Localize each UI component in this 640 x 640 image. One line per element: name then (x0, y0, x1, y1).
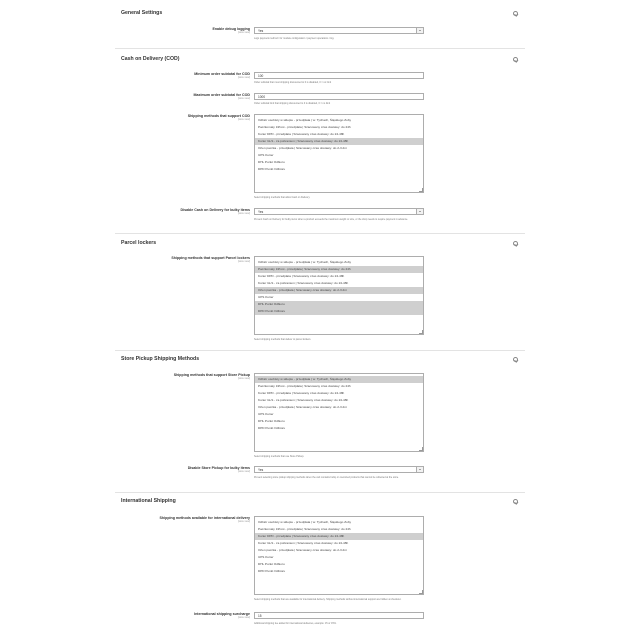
cod-min-subtotal-note: Order subtotal that must shipping discou… (254, 81, 332, 84)
pickup-bulky-label: Disable Store Pickup for bulky items [st… (187, 466, 250, 473)
section-divider (115, 48, 525, 49)
intl-surcharge-label: International shipping surcharge [store … (194, 612, 250, 619)
shipping-method-option[interactable]: UPS Kurier (255, 294, 423, 301)
pickup-methods-multiselect[interactable]: Odbiór osobisty w sklepie - przedpłata |… (254, 373, 424, 452)
shipping-method-option[interactable]: Kurier DPD - przedpłata | Szacowany czas… (255, 273, 423, 280)
cod-bulky-note: Prevent Cash on Delivery for bulky items… (254, 218, 409, 221)
shipping-method-option[interactable]: Orlen paczka - przedpłata | Szacowany cz… (255, 287, 423, 294)
collapse-chevron-icon[interactable] (513, 57, 518, 62)
cod-min-subtotal-input[interactable]: 100 (254, 72, 424, 79)
shipping-method-option[interactable]: Kurier GLS - za pobraniem | Szacowany cz… (255, 540, 423, 547)
section-title-general[interactable]: General Settings (121, 10, 162, 16)
shipping-method-option[interactable]: Paczkomaty InPost - przedpłata | Szacowa… (255, 266, 423, 273)
collapse-chevron-icon[interactable] (513, 11, 518, 16)
shipping-method-option[interactable]: Kurier GLS - za pobraniem | Szacowany cz… (255, 280, 423, 287)
shipping-method-option[interactable]: Odbiór osobisty w sklepie - przedpłata |… (255, 376, 423, 383)
cod-methods-label: Shipping methods that support COD [store… (187, 114, 250, 121)
shipping-method-option[interactable]: Kurier DPD - przedpłata | Szacowany czas… (255, 390, 423, 397)
intl-methods-label: Shipping methods available for internati… (159, 516, 250, 523)
shipping-method-option[interactable]: DHL Punkt Odbioru (255, 301, 423, 308)
shipping-method-option[interactable]: UPS Kurier (255, 152, 423, 159)
pickup-methods-note: Select shipping methods that use Store P… (254, 455, 305, 458)
dropdown-arrow-icon (416, 467, 423, 472)
dropdown-arrow-icon (416, 209, 423, 214)
debug-logging-note: Logs payment method / for module configu… (254, 37, 335, 40)
dropdown-arrow-icon (416, 28, 423, 33)
intl-methods-multiselect[interactable]: Odbiór osobisty w sklepie - przedpłata |… (254, 516, 424, 595)
shipping-method-option[interactable]: Paczkomaty InPost - przedpłata | Szacowa… (255, 383, 423, 390)
parcel-methods-multiselect[interactable]: Odbiór osobisty w sklepie - przedpłata |… (254, 256, 424, 335)
intl-surcharge-note: Additional shipping fee added for intern… (254, 622, 337, 625)
shipping-method-option[interactable]: DPD Punkt Odbioru (255, 166, 423, 173)
resize-handle-icon[interactable] (419, 188, 423, 192)
cod-max-subtotal-label: Maximum order subtotal for COD [store vi… (193, 93, 250, 100)
pickup-bulky-select[interactable]: Yes (254, 466, 424, 473)
shipping-method-option[interactable]: DPD Punkt Odbioru (255, 308, 423, 315)
resize-handle-icon[interactable] (419, 447, 423, 451)
debug-logging-label: Enable debug logging [store view] (212, 27, 250, 34)
section-title-pickup[interactable]: Store Pickup Shipping Methods (121, 356, 199, 362)
shipping-method-option[interactable]: Orlen paczka - przedpłata | Szacowany cz… (255, 547, 423, 554)
cod-bulky-select[interactable]: Yes (254, 208, 424, 215)
collapse-chevron-icon[interactable] (513, 499, 518, 504)
parcel-methods-label: Shipping methods that support Parcel loc… (171, 256, 250, 263)
shipping-method-option[interactable]: UPS Kurier (255, 411, 423, 418)
resize-handle-icon[interactable] (419, 330, 423, 334)
shipping-method-option[interactable]: Orlen paczka - przedpłata | Szacowany cz… (255, 404, 423, 411)
shipping-method-option[interactable]: DHL Punkt Odbioru (255, 159, 423, 166)
shipping-method-option[interactable]: Odbiór osobisty w sklepie - przedpłata |… (255, 259, 423, 266)
shipping-method-option[interactable]: Kurier DPD - przedpłata | Szacowany czas… (255, 131, 423, 138)
section-title-parcel[interactable]: Parcel lockers (121, 240, 156, 246)
collapse-chevron-icon[interactable] (513, 241, 518, 246)
intl-methods-note: Select shipping methods that are availab… (254, 598, 402, 601)
debug-logging-select[interactable]: Yes (254, 27, 424, 34)
admin-config-page: General Settings Enable debug logging [s… (0, 0, 640, 640)
section-divider (115, 233, 525, 234)
shipping-method-option[interactable]: Paczkomaty InPost - przedpłata | Szacowa… (255, 526, 423, 533)
shipping-method-option[interactable]: Odbiór osobisty w sklepie - przedpłata |… (255, 519, 423, 526)
shipping-method-option[interactable]: Orlen paczka - przedpłata | Szacowany cz… (255, 145, 423, 152)
pickup-bulky-note: Prevent selecting store pickup shipping … (254, 476, 399, 479)
cod-methods-note: Select shipping methods that allow Cash … (254, 196, 311, 199)
collapse-chevron-icon[interactable] (513, 357, 518, 362)
section-divider (115, 350, 525, 351)
section-divider (115, 492, 525, 493)
parcel-methods-note: Select shipping methods that deliver to … (254, 338, 312, 341)
cod-methods-multiselect[interactable]: Odbiór osobisty w sklepie - przedpłata |… (254, 114, 424, 193)
cod-bulky-label: Disable Cash on Delivery for bulky items… (180, 208, 250, 215)
shipping-method-option[interactable]: DHL Punkt Odbioru (255, 418, 423, 425)
shipping-method-option[interactable]: Odbiór osobisty w sklepie - przedpłata |… (255, 117, 423, 124)
cod-min-subtotal-label: Minimum order subtotal for COD [store vi… (194, 72, 250, 79)
pickup-methods-label: Shipping methods that support Store Pick… (173, 373, 250, 380)
resize-handle-icon[interactable] (419, 590, 423, 594)
shipping-method-option[interactable]: DPD Punkt Odbioru (255, 568, 423, 575)
shipping-method-option[interactable]: DHL Punkt Odbioru (255, 561, 423, 568)
shipping-method-option[interactable]: DPD Punkt Odbioru (255, 425, 423, 432)
shipping-method-option[interactable]: Kurier GLS - za pobraniem | Szacowany cz… (255, 138, 423, 145)
section-title-cod[interactable]: Cash on Delivery (COD) (121, 56, 180, 62)
shipping-method-option[interactable]: UPS Kurier (255, 554, 423, 561)
section-title-intl[interactable]: International Shipping (121, 498, 176, 504)
cod-max-subtotal-note: Order subtotal limit that shipping disco… (254, 102, 331, 105)
cod-max-subtotal-input[interactable]: 1000 (254, 93, 424, 100)
shipping-method-option[interactable]: Paczkomaty InPost - przedpłata | Szacowa… (255, 124, 423, 131)
shipping-method-option[interactable]: Kurier DPD - przedpłata | Szacowany czas… (255, 533, 423, 540)
intl-surcharge-input[interactable]: 15 (254, 612, 424, 619)
shipping-method-option[interactable]: Kurier GLS - za pobraniem | Szacowany cz… (255, 397, 423, 404)
